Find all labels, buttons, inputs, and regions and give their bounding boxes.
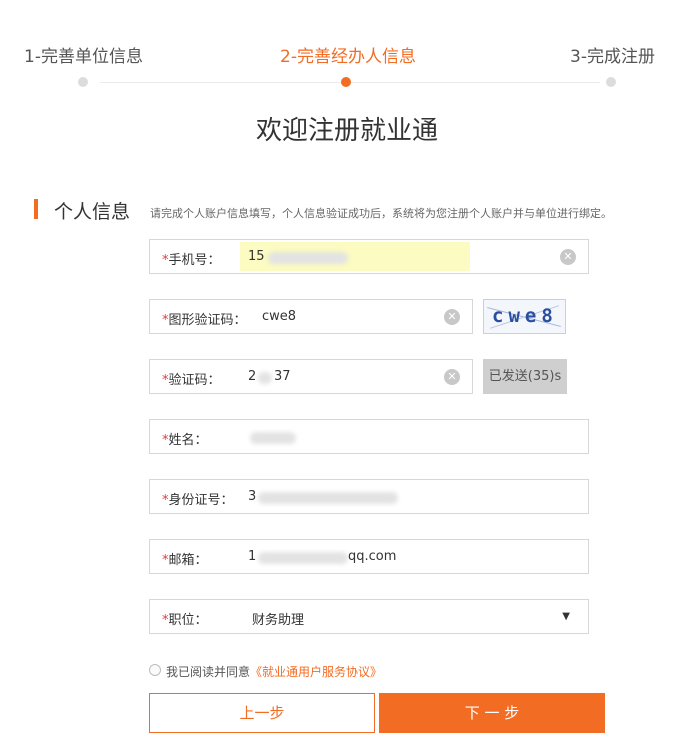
close-circle-icon[interactable]: ✕ bbox=[444, 369, 460, 385]
prev-step-button[interactable]: 上一步 bbox=[149, 693, 375, 733]
id-number-value[interactable]: 3 bbox=[248, 489, 256, 504]
step-3-dot bbox=[606, 77, 616, 87]
agreement-text: 我已阅读并同意《就业通用户服务协议》 bbox=[166, 665, 383, 679]
email-label: *邮箱： bbox=[162, 553, 208, 568]
step-2-dot-active bbox=[341, 77, 351, 87]
step-1-dot bbox=[78, 77, 88, 87]
page-title: 欢迎注册就业通 bbox=[255, 116, 438, 146]
phone-value[interactable]: 15 bbox=[248, 249, 265, 264]
name-redaction bbox=[250, 432, 296, 444]
section-description: 请完成个人账户信息填写，个人信息验证成功后，系统将为您注册个人账户并与单位进行绑… bbox=[150, 207, 612, 220]
sms-code-redaction bbox=[258, 372, 272, 384]
sms-code-label: *验证码： bbox=[162, 373, 221, 388]
email-value-end[interactable]: qq.com bbox=[348, 549, 396, 564]
captcha-value[interactable]: cwe8 bbox=[262, 309, 296, 324]
triangle-down-icon[interactable]: ▼ bbox=[562, 611, 570, 622]
email-field[interactable]: *邮箱： 1 qq.com bbox=[149, 539, 589, 574]
sms-code-value-end[interactable]: 37 bbox=[274, 369, 291, 384]
captcha-image[interactable]: cwe8 bbox=[483, 299, 566, 334]
email-value-start[interactable]: 1 bbox=[248, 549, 256, 564]
agreement-link[interactable]: 《就业通用户服务协议》 bbox=[250, 665, 382, 679]
id-number-label: *身份证号： bbox=[162, 493, 234, 508]
section-accent-bar bbox=[34, 199, 38, 219]
close-circle-icon[interactable]: ✕ bbox=[444, 309, 460, 325]
phone-label: *手机号： bbox=[162, 253, 221, 268]
step-3-label: 3-完成注册 bbox=[570, 47, 655, 67]
position-select[interactable]: *职位： 财务助理 ▼ bbox=[149, 599, 589, 634]
section-title: 个人信息 bbox=[54, 201, 131, 223]
captcha-label: *图形验证码： bbox=[162, 313, 247, 328]
position-value: 财务助理 bbox=[252, 613, 305, 628]
sms-code-field[interactable]: *验证码： 2 37 ✕ bbox=[149, 359, 473, 394]
sms-code-value-start[interactable]: 2 bbox=[248, 369, 256, 384]
next-step-button[interactable]: 下 一 步 bbox=[379, 693, 605, 733]
step-1-label: 1-完善单位信息 bbox=[24, 47, 143, 67]
agreement-radio[interactable] bbox=[149, 664, 161, 676]
id-number-redaction bbox=[258, 492, 398, 504]
captcha-image-text: cwe8 bbox=[492, 305, 558, 327]
phone-field[interactable]: *手机号： 15 ✕ bbox=[149, 239, 589, 274]
phone-redaction bbox=[268, 252, 348, 264]
step-2-label: 2-完善经办人信息 bbox=[280, 47, 416, 67]
email-redaction bbox=[258, 552, 348, 564]
close-circle-icon[interactable]: ✕ bbox=[560, 249, 576, 265]
send-code-button[interactable]: 已发送(35)s bbox=[483, 359, 567, 394]
position-label: *职位： bbox=[162, 613, 208, 628]
id-number-field[interactable]: *身份证号： 3 bbox=[149, 479, 589, 514]
name-field[interactable]: *姓名： bbox=[149, 419, 589, 454]
name-label: *姓名： bbox=[162, 433, 208, 448]
captcha-field[interactable]: *图形验证码： cwe8 ✕ bbox=[149, 299, 473, 334]
